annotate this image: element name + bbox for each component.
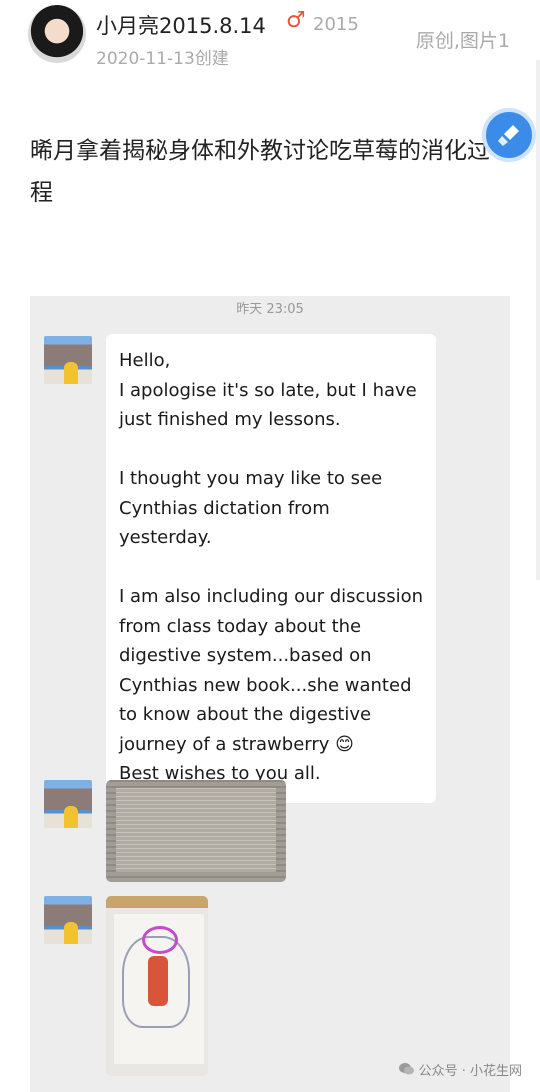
watermark-text: 公众号 · 小花生网 xyxy=(418,1064,522,1079)
dictation-photo[interactable] xyxy=(106,780,286,882)
user-year: 2015 xyxy=(313,14,359,35)
watermark: 公众号 · 小花生网 xyxy=(399,1060,522,1079)
sender-avatar xyxy=(44,896,92,944)
message-line: I thought you may like to see Cynthias d… xyxy=(119,468,383,548)
scrollbar[interactable] xyxy=(536,60,540,580)
male-icon: ♂ xyxy=(286,8,306,33)
message-line: I am also including our discussion from … xyxy=(119,586,423,755)
created-date: 2020-11-13创建 xyxy=(96,49,229,69)
sender-avatar xyxy=(44,780,92,828)
post-text: 晞月拿着揭秘身体和外教讨论吃草莓的消化过程 xyxy=(30,138,490,206)
chat-screenshot: 昨天 23:05 Hello, I apologise it's so late… xyxy=(30,296,510,1092)
message-greeting: Hello, xyxy=(119,350,171,371)
message-line: I apologise it's so late, but I have jus… xyxy=(119,379,417,431)
message-bubble: Hello, I apologise it's so late, but I h… xyxy=(106,334,436,803)
sender-avatar xyxy=(44,336,92,384)
digestive-diagram-photo[interactable] xyxy=(106,896,208,1076)
wechat-icon xyxy=(399,1063,418,1079)
user-avatar[interactable] xyxy=(28,5,86,63)
username[interactable]: 小月亮2015.8.14 xyxy=(96,10,266,40)
broom-icon[interactable] xyxy=(482,108,536,162)
chat-timestamp: 昨天 23:05 xyxy=(236,302,304,317)
post-meta: 原创,图片1 xyxy=(415,30,510,52)
post-header: 小月亮2015.8.14 ♂ 2015 2020-11-13创建 原创,图片1 xyxy=(0,0,540,80)
